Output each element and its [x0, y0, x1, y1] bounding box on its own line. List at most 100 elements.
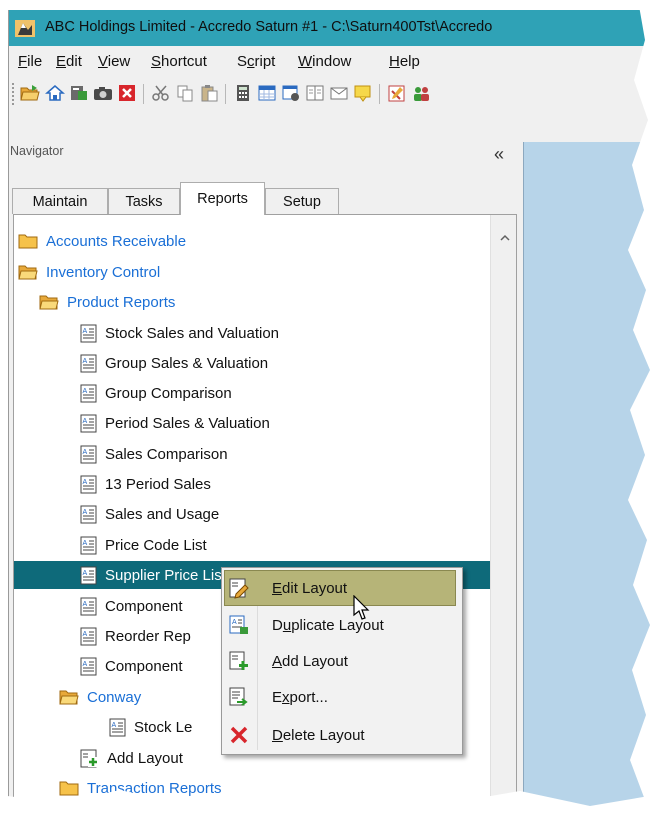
report-icon: A: [80, 324, 97, 342]
tree-label: Period Sales & Valuation: [105, 414, 270, 432]
collapse-icon[interactable]: «: [494, 145, 504, 163]
edit-layout-icon: [229, 578, 249, 599]
workspace-pane: [523, 142, 655, 817]
svg-text:A: A: [232, 619, 237, 626]
tree-folder-inventory-control[interactable]: Inventory Control: [18, 258, 160, 286]
tree-report-item[interactable]: A Component: [80, 592, 183, 620]
svg-text:A: A: [83, 479, 88, 486]
tree-report-item[interactable]: A Stock Sales and Valuation: [80, 319, 279, 347]
tree-label: Accounts Receivable: [46, 232, 187, 250]
tree-report-item[interactable]: A Stock Le: [109, 713, 192, 741]
menu-bar: File Edit View Shortcut Script Window He…: [9, 46, 655, 76]
tree-folder-conway[interactable]: Conway: [59, 683, 141, 711]
calendar-icon[interactable]: [257, 83, 277, 103]
svg-text:A: A: [83, 631, 88, 638]
tree-report-item[interactable]: A Price Code List: [80, 531, 207, 559]
users-icon[interactable]: [411, 83, 431, 103]
tab-maintain[interactable]: Maintain: [12, 188, 108, 214]
calculator-icon[interactable]: [233, 83, 253, 103]
tree-label: Component: [105, 657, 183, 675]
mouse-cursor-icon: [353, 595, 370, 620]
menu-item-edit-layout[interactable]: Edit Layout: [224, 570, 456, 606]
report-icon: A: [109, 718, 126, 736]
tree-report-item[interactable]: A Component: [80, 652, 183, 680]
tree-label: Conway: [87, 688, 142, 706]
report-settings-icon[interactable]: [281, 83, 301, 103]
delete-icon: [230, 726, 248, 744]
toolbar-separator: [143, 84, 144, 104]
tree-report-item[interactable]: A Reorder Rep: [80, 622, 191, 650]
tree-label: 13 Period Sales: [105, 475, 211, 493]
report-icon: A: [80, 627, 97, 645]
open-folder-icon[interactable]: [20, 83, 40, 103]
task-icon[interactable]: [387, 83, 407, 103]
report-icon: A: [80, 414, 97, 432]
tree-report-item[interactable]: A Period Sales & Valuation: [80, 409, 270, 437]
report-icon: A: [80, 597, 97, 615]
menu-shortcut[interactable]: Shortcut: [151, 53, 207, 70]
cut-icon[interactable]: [151, 83, 171, 103]
tree-folder-transaction-reports[interactable]: Transaction Reports: [59, 774, 222, 802]
menu-file[interactable]: File: [18, 53, 42, 70]
menu-item-delete-layout[interactable]: Delete Layout: [222, 718, 462, 752]
svg-text:A: A: [83, 601, 88, 608]
tree-folder-partial[interactable]: ...able Reports: [59, 803, 185, 817]
tree-label: Supplier Price List: [105, 566, 226, 584]
svg-text:A: A: [112, 722, 117, 729]
export-icon: [229, 687, 248, 706]
folder-icon: [59, 804, 79, 816]
add-layout-icon: [229, 651, 248, 670]
window-title: ABC Holdings Limited - Accredo Saturn #1…: [45, 19, 493, 35]
report-icon: A: [80, 475, 97, 493]
menu-item-add-layout[interactable]: Add Layout: [222, 644, 462, 678]
open-folder-icon: [39, 295, 59, 310]
report-icon: A: [80, 536, 97, 554]
tree-label: Stock Sales and Valuation: [105, 324, 280, 342]
tab-setup[interactable]: Setup: [265, 188, 339, 214]
note-icon[interactable]: [353, 83, 373, 103]
paste-icon[interactable]: [199, 83, 219, 103]
documents-icon[interactable]: [305, 83, 325, 103]
camera-icon[interactable]: [93, 83, 113, 103]
toolbar-grip[interactable]: [12, 83, 17, 105]
tree-label: Add Layout: [107, 749, 183, 767]
tree-report-item[interactable]: A Sales Comparison: [80, 440, 228, 468]
svg-text:A: A: [83, 661, 88, 668]
app-window: ABC Holdings Limited - Accredo Saturn #1…: [8, 10, 655, 817]
menu-view[interactable]: View: [98, 53, 130, 70]
add-report-icon: [80, 749, 98, 767]
copy-icon[interactable]: [175, 83, 195, 103]
tree-label: ...able Reports: [87, 803, 185, 817]
menu-script[interactable]: Script: [237, 53, 275, 70]
tree-folder-product-reports[interactable]: Product Reports: [39, 288, 175, 316]
tab-reports[interactable]: Reports: [180, 182, 265, 215]
tree-add-layout[interactable]: Add Layout: [80, 744, 183, 772]
tree-report-item[interactable]: A Group Sales & Valuation: [80, 349, 268, 377]
report-icon: A: [80, 657, 97, 675]
svg-text:A: A: [83, 418, 88, 425]
envelope-icon[interactable]: [329, 83, 349, 103]
chevron-up-icon[interactable]: [498, 231, 512, 245]
tab-tasks[interactable]: Tasks: [108, 188, 180, 214]
menu-item-export[interactable]: Export...: [222, 680, 462, 714]
ledger-icon[interactable]: [69, 83, 89, 103]
tree-label: Transaction Reports: [87, 779, 222, 797]
tree-label: Sales and Usage: [105, 505, 220, 523]
tree-report-item[interactable]: A 13 Period Sales: [80, 470, 211, 498]
tree-label: Group Comparison: [105, 384, 232, 402]
close-red-icon[interactable]: [117, 83, 137, 103]
tree-folder-accounts-receivable[interactable]: Accounts Receivable: [18, 227, 186, 255]
menu-item-duplicate-layout[interactable]: A Duplicate Layout: [222, 608, 462, 642]
tree-report-item[interactable]: A Sales and Usage: [80, 500, 219, 528]
svg-text:A: A: [83, 540, 88, 547]
tree-report-item[interactable]: A Group Comparison: [80, 379, 232, 407]
home-icon[interactable]: [45, 83, 65, 103]
title-bar[interactable]: ABC Holdings Limited - Accredo Saturn #1…: [9, 10, 655, 46]
menu-help[interactable]: Help: [389, 53, 420, 70]
tree-label: Product Reports: [67, 293, 176, 311]
open-folder-icon: [18, 265, 38, 280]
menu-window[interactable]: Window: [298, 53, 351, 70]
menu-edit[interactable]: Edit: [56, 53, 82, 70]
report-icon: A: [80, 566, 97, 584]
tree-scrollbar[interactable]: [490, 215, 516, 816]
